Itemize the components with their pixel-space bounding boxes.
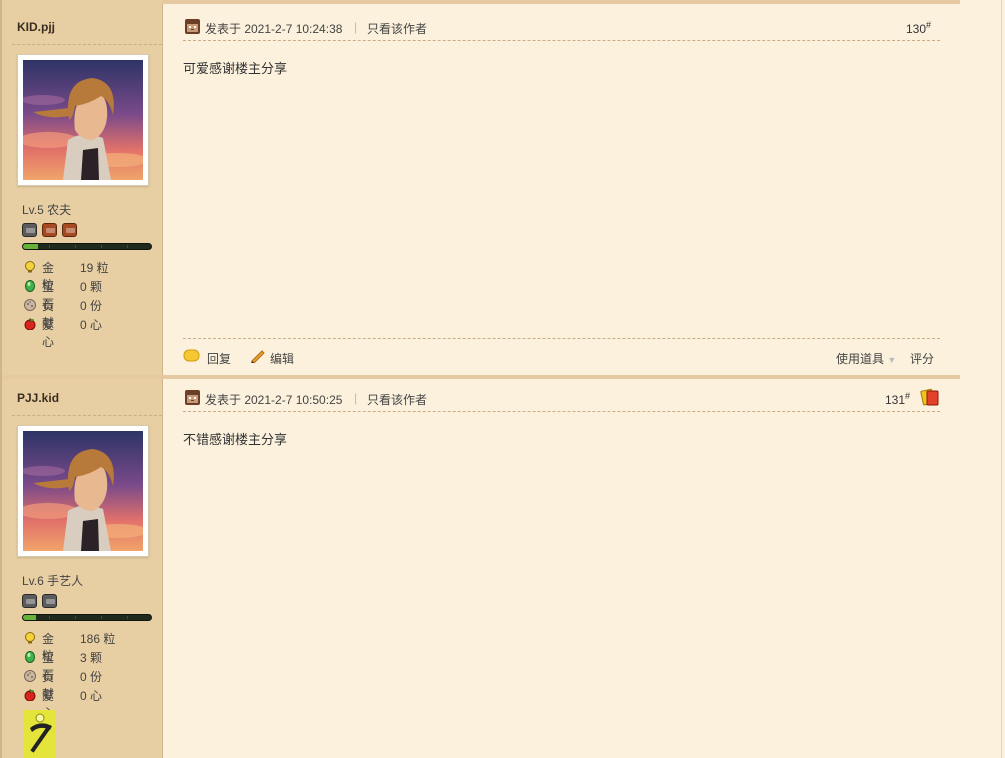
floor-number[interactable]: 130# <box>906 20 931 36</box>
post-content: 不错感谢楼主分享 <box>183 432 288 447</box>
badge-icon[interactable] <box>22 223 37 237</box>
badge-icon[interactable] <box>62 223 77 237</box>
stat-value: 3 颗 <box>80 651 103 665</box>
edit-button[interactable]: 编辑 <box>270 350 294 367</box>
author-sidebar: KID.pjj Lv.5 农夫 金粒 19 粒 宝石 0 颗 贡献 0 份 爱心… <box>2 0 163 378</box>
header-divider: | <box>354 20 358 34</box>
stat-value: 0 份 <box>80 670 103 684</box>
badge-icon[interactable] <box>22 594 37 608</box>
apple-heart-icon <box>24 318 36 330</box>
post-header: 发表于 2021-2-7 10:24:38 | 只看该作者 130# <box>183 16 940 41</box>
pencil-icon[interactable] <box>250 349 266 363</box>
stat-value: 19 粒 <box>80 261 109 275</box>
contribution-icon <box>24 670 36 682</box>
post-131: PJJ.kid Lv.6 手艺人 金粒 186 粒 宝石 3 颗 贡献 0 份 … <box>2 379 960 758</box>
user-head-icon <box>185 390 200 405</box>
user-level: Lv.5 农夫 <box>22 203 72 217</box>
author-avatar[interactable] <box>17 425 149 557</box>
view-author-only-link[interactable]: 只看该作者 <box>367 20 427 37</box>
user-badges <box>22 594 57 608</box>
username-divider <box>12 415 162 416</box>
contribution-icon <box>24 299 36 311</box>
post-130: KID.pjj Lv.5 农夫 金粒 19 粒 宝石 0 颗 贡献 0 份 爱心… <box>2 0 960 378</box>
post-content: 可爱感谢楼主分享 <box>183 61 288 76</box>
badge-icon[interactable] <box>42 594 57 608</box>
stat-value: 0 心 <box>80 318 103 332</box>
level-progress-bar <box>22 243 152 250</box>
badge-icon[interactable] <box>42 223 57 237</box>
floor-number[interactable]: 131# <box>885 391 910 407</box>
username-divider <box>12 44 162 45</box>
chevron-down-icon: ▼ <box>887 355 897 365</box>
stat-value: 0 心 <box>80 689 103 703</box>
stat-value: 0 份 <box>80 299 103 313</box>
gem-icon <box>25 280 35 292</box>
reply-button[interactable]: 回复 <box>207 350 231 367</box>
pickaxe-medal-icon[interactable] <box>24 710 56 758</box>
page-right-margin <box>960 0 1005 758</box>
red-card-icon[interactable] <box>920 388 940 406</box>
user-level: Lv.6 手艺人 <box>22 574 84 588</box>
post-top-border <box>162 0 960 4</box>
header-divider: | <box>354 391 358 405</box>
stat-value: 186 粒 <box>80 632 116 646</box>
post-footer: 回复 编辑 使用道具 ▼ 评分 <box>183 338 940 367</box>
stat-label: 爱心 <box>42 318 55 349</box>
use-item-dropdown[interactable]: 使用道具 ▼ <box>836 350 896 367</box>
view-author-only-link[interactable]: 只看该作者 <box>367 391 427 408</box>
author-avatar[interactable] <box>17 54 149 186</box>
gold-bulb-icon <box>25 632 35 644</box>
level-progress-bar <box>22 614 152 621</box>
gold-bulb-icon <box>25 261 35 273</box>
progress-fill <box>23 244 39 249</box>
user-badges <box>22 223 77 237</box>
author-sidebar: PJJ.kid Lv.6 手艺人 金粒 186 粒 宝石 3 颗 贡献 0 份 … <box>2 379 163 758</box>
progress-fill <box>23 615 36 620</box>
post-timestamp: 发表于 2021-2-7 10:50:25 <box>205 393 343 407</box>
apple-heart-icon <box>24 689 36 701</box>
author-username[interactable]: KID.pjj <box>17 20 55 34</box>
gem-icon <box>25 651 35 663</box>
avatar-image <box>23 431 143 551</box>
author-username[interactable]: PJJ.kid <box>17 391 59 405</box>
avatar-image <box>23 60 143 180</box>
post-timestamp: 发表于 2021-2-7 10:24:38 <box>205 22 343 36</box>
page-right-border <box>1001 0 1002 758</box>
post-header: 发表于 2021-2-7 10:50:25 | 只看该作者 131# <box>183 387 940 412</box>
reply-icon[interactable] <box>183 349 201 363</box>
user-head-icon <box>185 19 200 34</box>
stat-value: 0 颗 <box>80 280 103 294</box>
rate-button[interactable]: 评分 <box>910 350 934 367</box>
